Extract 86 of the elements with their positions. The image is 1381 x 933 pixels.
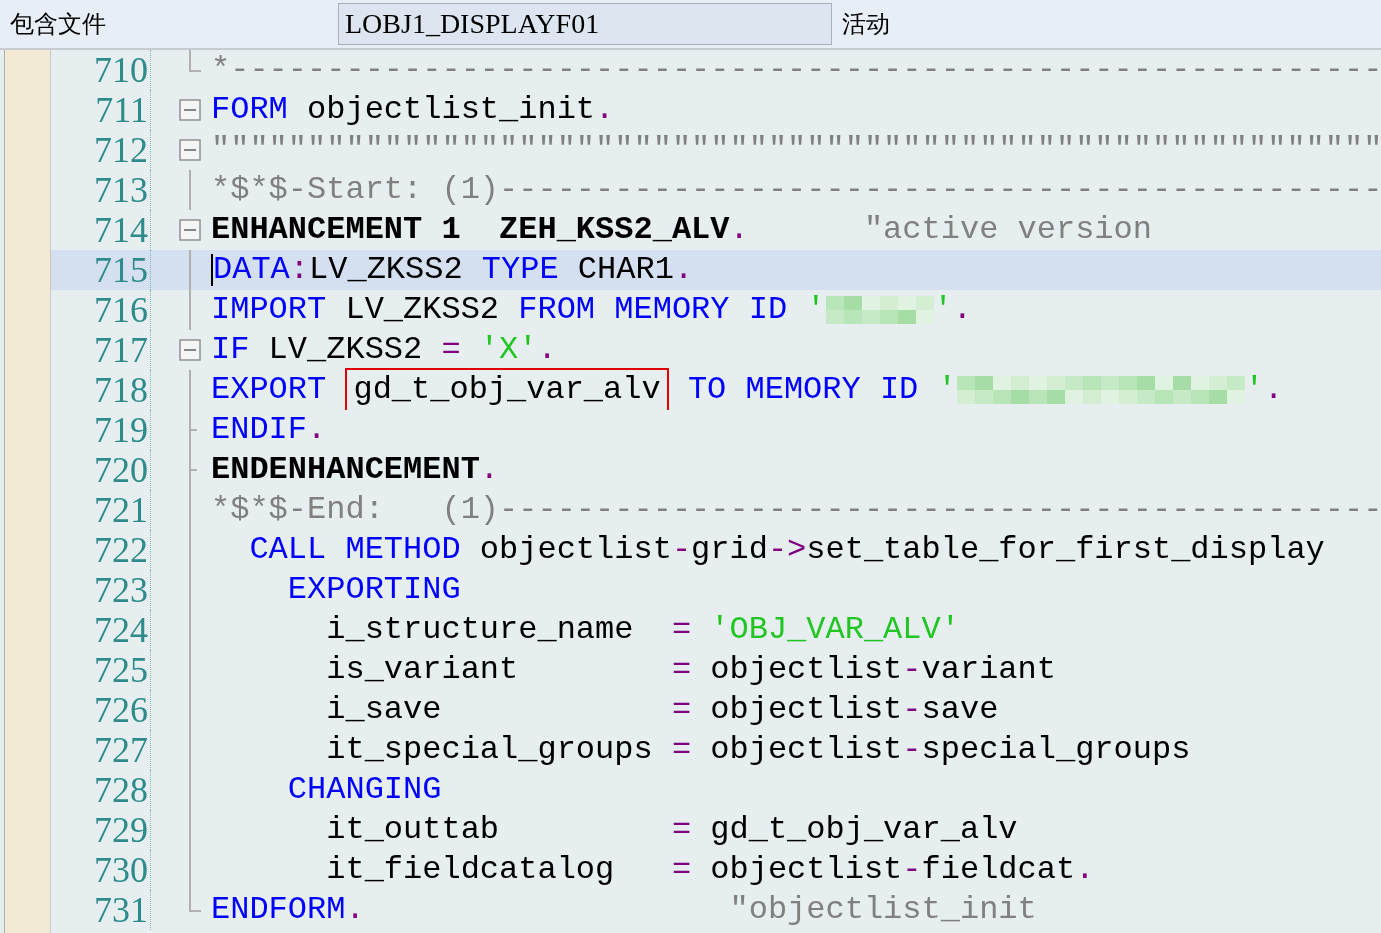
code-operator: - (902, 730, 922, 770)
code-string: 'X' (478, 330, 538, 370)
code-text: variant (921, 650, 1056, 690)
code-keyword: FORM (211, 90, 288, 130)
code-text: LV_ZKSS2 (309, 250, 464, 290)
code-text: ENDENHANCEMENT (211, 450, 480, 490)
fold-end (189, 50, 201, 72)
code-text: objectlist (709, 730, 903, 770)
code-operator: = (671, 650, 692, 690)
code-text: special_groups (921, 730, 1191, 770)
code-operator: . (1263, 370, 1284, 410)
program-field[interactable]: LOBJ1_DISPLAYF01 (338, 3, 832, 45)
code-comment: "active version (862, 210, 1152, 250)
code-operator: - (902, 690, 922, 730)
code-text: objectlist_init (306, 90, 596, 130)
code-operator: = (671, 690, 692, 730)
code-text: objectlist (709, 690, 903, 730)
collapse-icon[interactable] (179, 99, 201, 121)
code-text: LV_ZKSS2 (267, 330, 424, 370)
code-keyword: ENDFORM (211, 890, 346, 930)
code-keyword: EXPORT (211, 370, 328, 410)
fold-end (189, 890, 201, 912)
code-operator: - (902, 850, 922, 890)
code-text: i_structure_name (325, 610, 635, 650)
code-text: it_fieldcatalog (325, 850, 616, 890)
code-text: save (921, 690, 999, 730)
status-label: 活动 (842, 9, 890, 40)
code-operator: . (952, 290, 972, 330)
code-operator: -> (767, 530, 807, 570)
code-operator: . (729, 210, 749, 250)
code-keyword: FROM MEMORY ID (518, 290, 788, 330)
code-text: CHAR1 (576, 250, 674, 290)
code-string: ' (936, 370, 957, 410)
code-text: gd_t_obj_var_alv (709, 810, 1018, 850)
code-operator: - (671, 530, 692, 570)
code-text: it_special_groups (325, 730, 654, 770)
code-string: ' (1244, 370, 1264, 410)
code-keyword: EXPORTING (286, 570, 461, 610)
code-text: LV_ZKSS2 (344, 290, 501, 330)
code-keyword: CHANGING (286, 770, 442, 810)
code-operator: . (307, 410, 327, 450)
code-text: i_save (325, 690, 443, 730)
code-text: objectlist (709, 850, 903, 890)
code-keyword: DATA (213, 250, 290, 290)
code-text: it_outtab (325, 810, 501, 850)
code-string: ' (933, 290, 953, 330)
field-label: 包含文件 (10, 9, 107, 40)
text-cursor (211, 254, 213, 286)
code-string: ' (805, 290, 826, 330)
collapse-icon[interactable] (179, 219, 201, 241)
code-text: grid (691, 530, 768, 570)
code-text: objectlist (709, 650, 903, 690)
code-operator: = (671, 730, 692, 770)
collapse-icon[interactable] (179, 139, 201, 161)
code-operator: = (671, 610, 692, 650)
code-comment: *$*$-Start: (1)---------------------------------------------- (211, 170, 1381, 210)
fold-line (189, 170, 191, 210)
code-keyword: ENDIF (211, 410, 307, 450)
code-comment: """"""""""""""""""""""""""""""""""""""""""""""""""""""""""""" (211, 130, 1381, 170)
code-text: fieldcat (921, 850, 1076, 890)
code-text: objectlist (478, 530, 672, 570)
code-text: is_variant (325, 650, 520, 690)
code-text: set_table_for_first_display (806, 530, 1325, 570)
code-operator: . (537, 330, 557, 370)
line-number: 731 (51, 890, 151, 930)
collapse-icon[interactable] (179, 339, 201, 361)
code-operator: . (479, 450, 500, 490)
code-keyword: TYPE (481, 250, 559, 290)
code-text: ENHANCEMENT 1 ZEH_KSS2_ALV (211, 210, 730, 250)
code-operator: = (671, 810, 692, 850)
code-operator: . (345, 890, 365, 930)
code-operator: - (902, 650, 922, 690)
code-keyword: CALL METHOD (248, 530, 461, 570)
code-comment: *------------------------------------------------------------ (211, 50, 1381, 90)
code-operator: . (595, 90, 615, 130)
code-keyword: TO MEMORY ID (686, 370, 919, 410)
code-string: 'OBJ_VAR_ALV' (709, 610, 960, 650)
code-comment: *$*$-End: (1)---------------------------------------------- (211, 490, 1381, 530)
code-operator: . (673, 250, 694, 290)
code-operator: = (671, 850, 692, 890)
code-operator: . (1075, 850, 1095, 890)
code-operator: : (289, 250, 309, 290)
code-keyword: IMPORT (211, 290, 327, 330)
code-keyword: IF (211, 330, 250, 370)
code-comment: "objectlist_init (728, 890, 1037, 930)
code-operator: = (441, 330, 461, 370)
